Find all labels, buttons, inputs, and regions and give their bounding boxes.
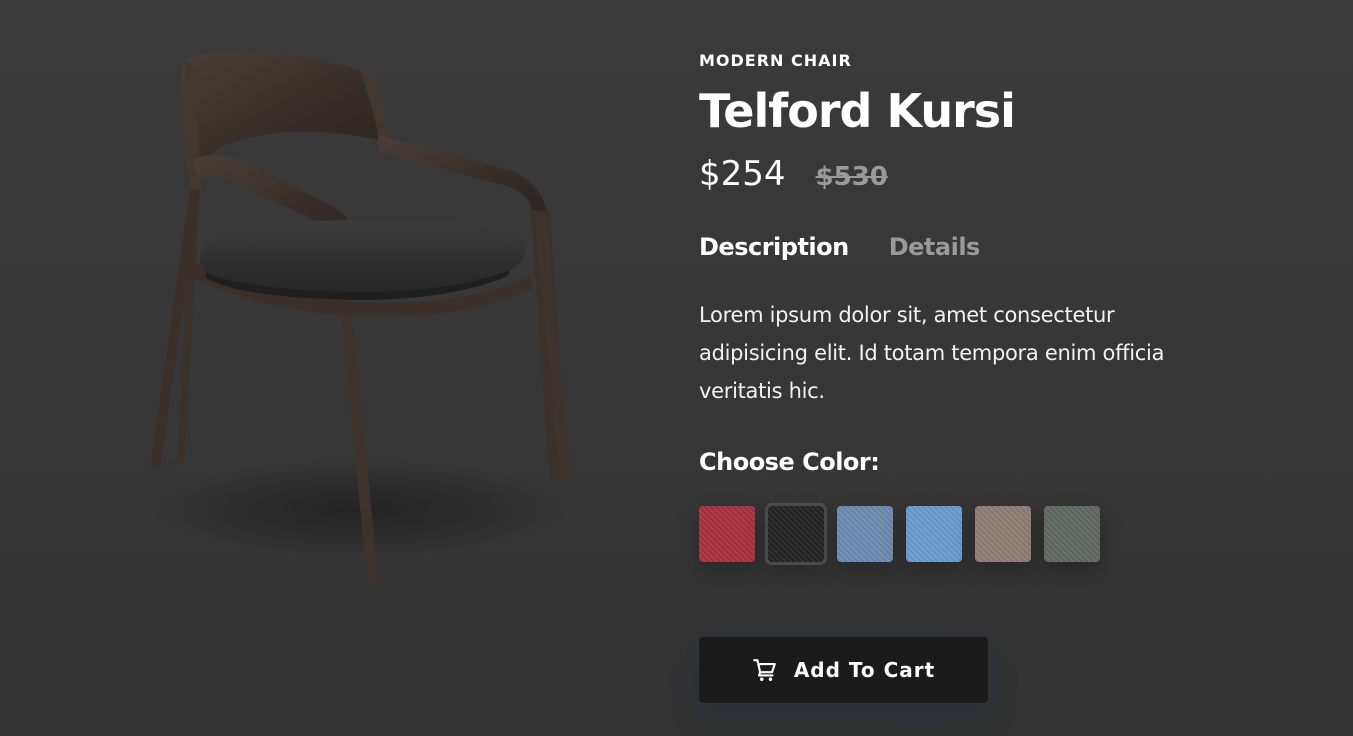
- old-price: $530: [815, 162, 888, 192]
- swatch-denim[interactable]: [837, 506, 893, 562]
- product-image: [130, 40, 590, 600]
- product-title: Telford Kursi: [699, 84, 1016, 138]
- add-to-cart-button[interactable]: Add To Cart: [699, 637, 988, 703]
- current-price: $254: [699, 154, 786, 194]
- tab-details[interactable]: Details: [889, 232, 981, 262]
- swatch-grey-green[interactable]: [1044, 506, 1100, 562]
- info-tabs: Description Details: [699, 232, 1259, 262]
- product-description: Lorem ipsum dolor sit, amet consectetur …: [699, 303, 1165, 403]
- cart-icon: [752, 659, 776, 681]
- swatch-sky-blue[interactable]: [906, 506, 962, 562]
- add-to-cart-label: Add To Cart: [793, 658, 936, 682]
- product-info: MODERN CHAIR Telford Kursi $254 $530 Des…: [699, 50, 1259, 565]
- tab-description[interactable]: Description: [699, 232, 849, 262]
- color-swatches: [699, 503, 1259, 565]
- product-category: MODERN CHAIR: [699, 51, 852, 70]
- choose-color-label: Choose Color:: [699, 448, 880, 476]
- chair-image: [150, 51, 572, 585]
- swatch-red[interactable]: [699, 506, 755, 562]
- swatch-black[interactable]: [765, 503, 827, 565]
- price-row: $254 $530: [699, 154, 1259, 194]
- swatch-taupe[interactable]: [975, 506, 1031, 562]
